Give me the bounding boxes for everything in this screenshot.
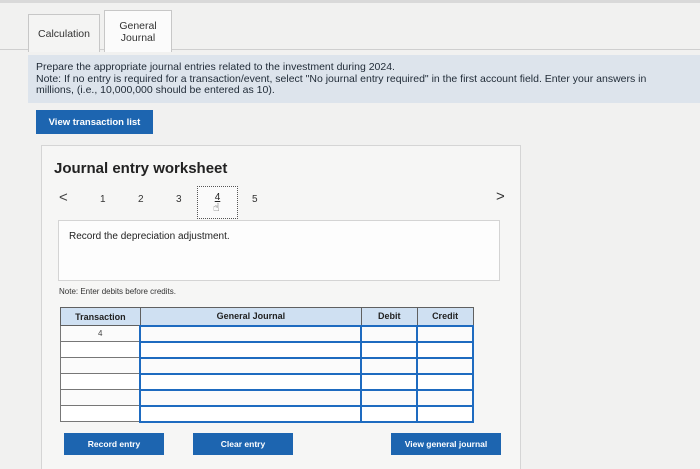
worksheet-title: Journal entry worksheet [54,160,228,177]
account-input[interactable] [139,356,363,375]
credit-input[interactable] [416,388,474,407]
top-border [0,0,700,3]
view-general-journal-button[interactable]: View general journal [391,433,501,455]
table-row [60,356,474,375]
page-1-link[interactable]: 1 [100,194,106,205]
table-row [60,404,474,423]
transaction-description-box: Record the depreciation adjustment. [58,220,500,281]
page-2-link[interactable]: 2 [138,194,144,205]
tab-general-journal[interactable]: General Journal [104,10,172,52]
page-4-current[interactable]: 4 ☝ [197,186,238,219]
debit-input[interactable] [360,324,419,343]
table-row: 4 [60,324,474,343]
transaction-cell [60,357,141,374]
credit-input[interactable] [416,340,474,359]
transaction-cell: 4 [60,325,141,342]
debit-input[interactable] [360,356,419,375]
transaction-cell [60,405,141,422]
transaction-pager: < 1 2 3 4 ☝ 5 [42,186,520,220]
account-input[interactable] [139,324,363,343]
account-input[interactable] [139,372,363,391]
debit-credit-note: Note: Enter debits before credits. [59,287,176,296]
page-3-link[interactable]: 3 [176,194,182,205]
instruction-line-3: millions, (i.e., 10,000,000 should be en… [36,84,275,96]
account-input[interactable] [139,388,363,407]
clear-entry-button[interactable]: Clear entry [193,433,293,455]
view-transaction-list-button[interactable]: View transaction list [36,110,153,134]
record-entry-button[interactable]: Record entry [64,433,164,455]
header-general-journal: General Journal [139,307,362,326]
credit-input[interactable] [416,404,474,423]
transaction-cell [60,373,141,390]
chevron-left-icon[interactable]: < [59,189,68,206]
tab-calculation[interactable]: Calculation [28,14,100,52]
transaction-cell [60,389,141,406]
tab-bar: Calculation General Journal [0,6,700,52]
header-debit: Debit [360,307,418,326]
header-credit: Credit [416,307,474,326]
debit-input[interactable] [360,388,419,407]
credit-input[interactable] [416,324,474,343]
table-row [60,340,474,359]
credit-input[interactable] [416,356,474,375]
debit-input[interactable] [360,404,419,423]
page-5-link[interactable]: 5 [252,194,258,205]
credit-input[interactable] [416,372,474,391]
debit-input[interactable] [360,372,419,391]
account-input[interactable] [139,340,363,359]
journal-entry-table: Transaction General Journal Debit Credit… [60,307,474,423]
chevron-right-icon[interactable]: > [496,188,505,205]
tab-general-journal-label: General Journal [119,19,157,44]
instructions-panel: Prepare the appropriate journal entries … [28,55,700,103]
transaction-description: Record the depreciation adjustment. [69,231,230,242]
hand-pointer-icon: ☝ [213,202,220,214]
instruction-line-1: Prepare the appropriate journal entries … [36,61,395,73]
journal-entry-worksheet: Journal entry worksheet < 1 2 3 4 ☝ 5 Re… [41,145,521,469]
table-row [60,372,474,391]
debit-input[interactable] [360,340,419,359]
transaction-cell [60,341,141,358]
tab-calculation-label: Calculation [38,27,90,40]
table-header-row: Transaction General Journal Debit Credit [60,307,474,326]
account-input[interactable] [139,404,363,423]
table-row [60,388,474,407]
header-transaction: Transaction [60,307,141,326]
